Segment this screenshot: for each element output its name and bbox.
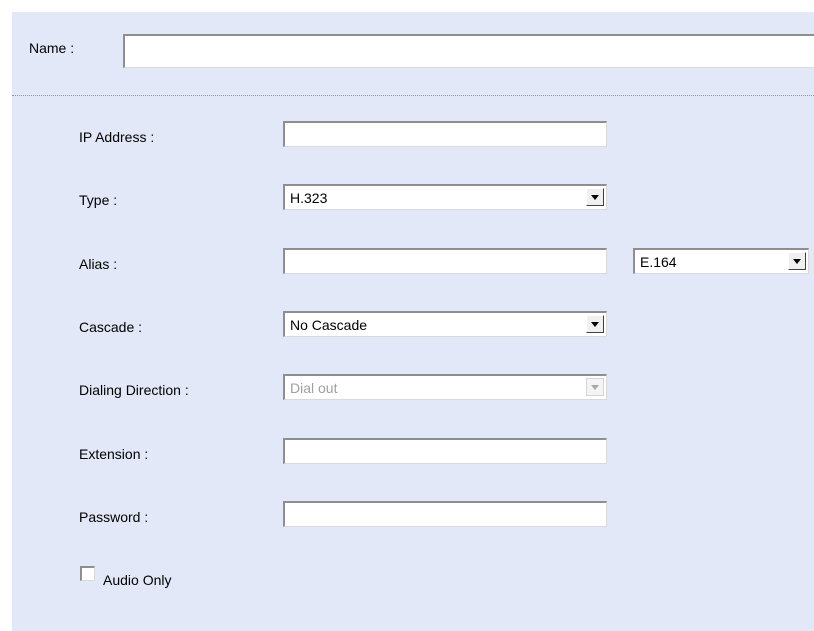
audio-only-label[interactable]: Audio Only (103, 572, 171, 588)
extension-label: Extension : (79, 446, 149, 462)
section-divider (12, 95, 814, 96)
chevron-down-icon (591, 385, 599, 390)
ip-address-input[interactable] (283, 121, 607, 147)
dialing-direction-select: Dial out (283, 374, 607, 400)
audio-only-checkbox[interactable] (80, 566, 95, 581)
type-label: Type : (79, 192, 118, 208)
cascade-select[interactable]: No Cascade (283, 311, 607, 337)
cascade-dropdown-button[interactable] (586, 315, 604, 333)
dialing-direction-dropdown-button (586, 378, 604, 396)
type-dropdown-button[interactable] (586, 188, 604, 206)
alias-label: Alias : (79, 256, 118, 272)
alias-format-dropdown-button[interactable] (788, 252, 806, 270)
cascade-label: Cascade : (79, 319, 143, 335)
chevron-down-icon (793, 259, 801, 264)
chevron-down-icon (591, 322, 599, 327)
password-label: Password : (79, 509, 149, 525)
name-label: Name : (29, 40, 75, 56)
type-select[interactable]: H.323 (283, 184, 607, 210)
type-select-value: H.323 (290, 190, 328, 206)
alias-format-value: E.164 (640, 254, 677, 270)
cascade-select-value: No Cascade (290, 317, 368, 333)
alias-input[interactable] (283, 248, 607, 274)
dialing-direction-value: Dial out (290, 380, 338, 396)
chevron-down-icon (591, 195, 599, 200)
alias-format-select[interactable]: E.164 (633, 248, 809, 274)
name-input[interactable] (123, 34, 814, 68)
extension-input[interactable] (283, 438, 607, 464)
password-input[interactable] (283, 501, 607, 527)
dialing-direction-label: Dialing Direction : (79, 382, 189, 398)
ip-address-label: IP Address : (79, 129, 155, 145)
